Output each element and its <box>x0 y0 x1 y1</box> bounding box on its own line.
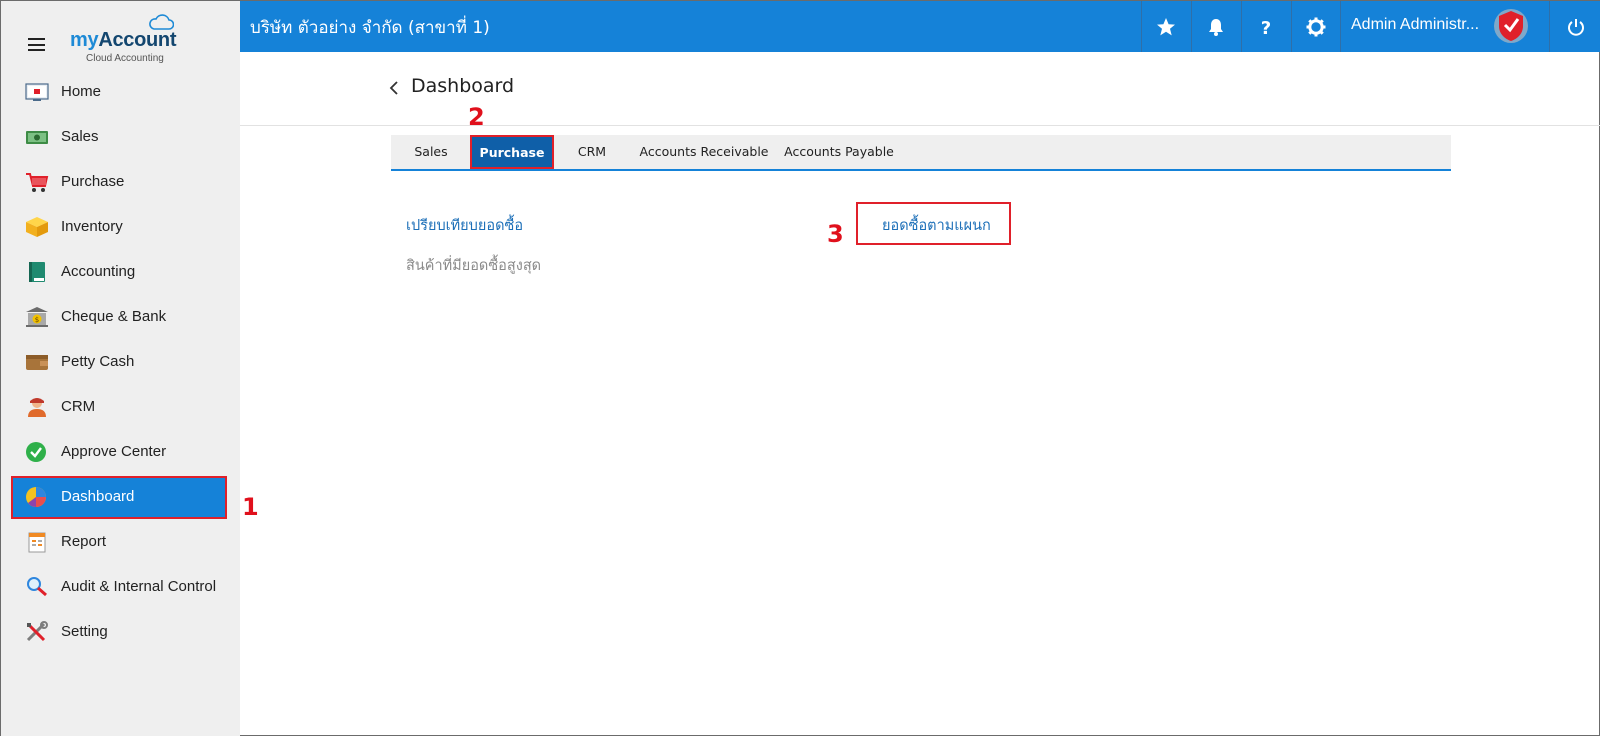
sidebar-item-dashboard[interactable]: Dashboard <box>1 475 240 520</box>
link-purchase-comparison[interactable]: เปรียบเทียบยอดซื้อ <box>406 214 523 237</box>
favorites-button[interactable] <box>1141 1 1190 52</box>
sidebar: myAccount Cloud Accounting Home Sales Pu… <box>1 1 240 736</box>
user-menu[interactable]: Admin Administr... <box>1340 1 1548 52</box>
sidebar-item-label: Approve Center <box>61 443 167 460</box>
report-icon <box>28 532 46 553</box>
sidebar-item-label: Petty Cash <box>61 353 135 370</box>
sidebar-item-label: Cheque & Bank <box>61 308 167 325</box>
bell-icon <box>1209 18 1223 36</box>
wallet-icon <box>26 355 48 370</box>
app-logo[interactable]: myAccount Cloud Accounting <box>70 13 190 65</box>
box-icon <box>26 217 48 237</box>
chevron-left-icon[interactable] <box>389 80 401 96</box>
step-marker-3: 3 <box>827 220 844 248</box>
sidebar-item-sales[interactable]: Sales <box>1 115 240 160</box>
sidebar-item-crm[interactable]: CRM <box>1 385 240 430</box>
check-circle-icon <box>26 442 46 462</box>
link-purchase-by-department[interactable]: ยอดซื้อตามแผนก <box>882 214 991 237</box>
page-title: Dashboard <box>411 75 515 97</box>
link-top-purchased-items[interactable]: สินค้าที่มียอดซื้อสูงสุด <box>406 254 541 277</box>
sidebar-item-cheque-bank[interactable]: $ Cheque & Bank <box>1 295 240 340</box>
pie-chart-icon <box>26 487 46 507</box>
dashboard-tabs: Sales Purchase CRM Accounts Receivable A… <box>391 135 1451 171</box>
sidebar-item-label: Audit & Internal Control <box>61 578 217 595</box>
tab-sales[interactable]: Sales <box>391 135 471 169</box>
help-icon: ? <box>1261 18 1271 37</box>
sidebar-item-label: Setting <box>61 623 108 640</box>
sidebar-item-label: CRM <box>61 398 96 415</box>
sidebar-item-petty-cash[interactable]: Petty Cash <box>1 340 240 385</box>
star-icon <box>1157 17 1175 35</box>
sales-icon <box>26 131 48 144</box>
cart-icon <box>26 173 49 192</box>
sidebar-item-label: Purchase <box>61 173 125 190</box>
page-header: Dashboard <box>240 52 1600 126</box>
gear-icon <box>1306 17 1326 36</box>
sidebar-item-label: Sales <box>61 128 99 145</box>
svg-text:?: ? <box>1261 18 1271 37</box>
sidebar-item-home[interactable]: Home <box>1 70 240 115</box>
sidebar-item-label: Home <box>61 83 102 100</box>
hamburger-menu-icon[interactable] <box>28 38 45 51</box>
logo-subtitle: Cloud Accounting <box>86 53 164 64</box>
bank-icon: $ <box>26 307 48 327</box>
sidebar-item-purchase[interactable]: Purchase <box>1 160 240 205</box>
logo-title: myAccount <box>70 29 177 51</box>
tab-crm[interactable]: CRM <box>554 135 630 169</box>
tab-accounts-receivable[interactable]: Accounts Receivable <box>630 135 778 169</box>
step-marker-1: 1 <box>242 493 259 521</box>
tab-purchase[interactable]: Purchase <box>470 135 554 169</box>
sidebar-item-label: Inventory <box>61 218 123 235</box>
tools-icon <box>26 621 48 642</box>
ledger-book-icon <box>29 262 45 282</box>
logo-area: myAccount Cloud Accounting <box>1 1 240 77</box>
sidebar-item-label: Dashboard <box>61 488 135 505</box>
user-name: Admin Administr... <box>1351 16 1480 33</box>
power-icon <box>1567 18 1584 36</box>
sidebar-nav: Home Sales Purchase Inventory Accounting… <box>1 70 240 655</box>
help-button[interactable]: ? <box>1241 1 1290 52</box>
home-icon <box>25 83 49 101</box>
top-bar: บริษัท ตัวอย่าง จำกัด (สาขาที่ 1) ? Admi… <box>240 1 1600 52</box>
svg-text:$: $ <box>35 316 39 324</box>
sidebar-item-report[interactable]: Report <box>1 520 240 565</box>
sidebar-item-inventory[interactable]: Inventory <box>1 205 240 250</box>
sidebar-item-label: Report <box>61 533 107 550</box>
sidebar-item-setting[interactable]: Setting <box>1 610 240 655</box>
sidebar-item-approve-center[interactable]: Approve Center <box>1 430 240 475</box>
notifications-button[interactable] <box>1191 1 1240 52</box>
sidebar-item-accounting[interactable]: Accounting <box>1 250 240 295</box>
person-icon <box>28 398 46 417</box>
company-name[interactable]: บริษัท ตัวอย่าง จำกัด (สาขาที่ 1) <box>250 14 490 41</box>
tab-accounts-payable[interactable]: Accounts Payable <box>778 135 900 169</box>
sidebar-item-audit[interactable]: Audit & Internal Control <box>1 565 240 610</box>
magnifier-icon <box>27 577 47 597</box>
sidebar-item-label: Accounting <box>61 263 136 280</box>
shield-check-avatar-icon <box>1494 9 1528 43</box>
gear-button[interactable] <box>1291 1 1340 52</box>
logout-button[interactable] <box>1549 1 1600 52</box>
